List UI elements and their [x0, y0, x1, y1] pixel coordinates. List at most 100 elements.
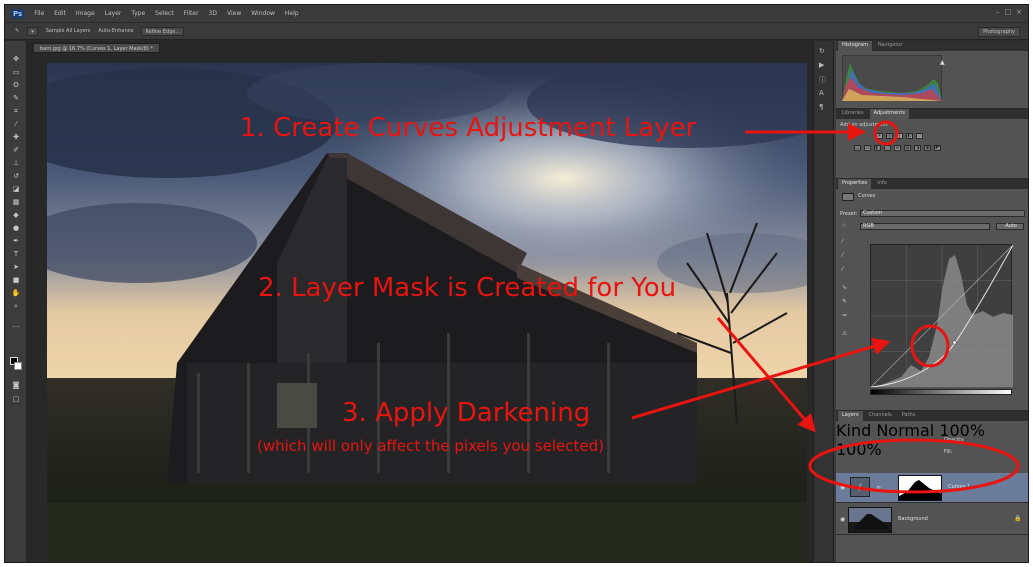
color-balance-icon[interactable]: ⚖ — [864, 145, 871, 151]
lasso-tool-icon[interactable]: ʘ — [10, 81, 22, 90]
auto-button[interactable]: Auto — [996, 223, 1024, 230]
white-point-eyedropper-icon[interactable]: ⁄ — [842, 267, 850, 273]
gray-point-eyedropper-icon[interactable]: ⁄ — [842, 253, 850, 259]
pen-tool-icon[interactable]: ✒ — [10, 237, 22, 246]
character-icon[interactable]: A — [819, 89, 829, 98]
menu-view[interactable]: View — [227, 10, 241, 17]
tab-navigator[interactable]: Navigator — [874, 41, 906, 51]
channel-select[interactable]: RGB — [860, 223, 990, 230]
shape-tool-icon[interactable]: ■ — [10, 276, 22, 285]
layer-name-background[interactable]: Background — [898, 516, 928, 522]
brightness-contrast-icon[interactable]: ☀ — [876, 133, 883, 139]
path-select-icon[interactable]: ➤ — [10, 263, 22, 272]
brush-size-picker[interactable]: ▾ — [27, 26, 38, 36]
type-tool-icon[interactable]: T — [10, 250, 22, 259]
hue-saturation-icon[interactable]: ▤ — [854, 145, 861, 151]
tab-libraries[interactable]: Libraries — [838, 109, 868, 119]
close-icon[interactable]: × — [1016, 8, 1022, 16]
document-tab[interactable]: barn.jpg @ 16.7% (Curves 1, Layer Mask/8… — [33, 43, 160, 53]
menu-edit[interactable]: Edit — [54, 10, 66, 17]
tab-histogram[interactable]: Histogram — [838, 41, 872, 51]
curves-icon[interactable]: ∫ — [896, 133, 903, 139]
crop-tool-icon[interactable]: ⌗ — [10, 107, 22, 116]
auto-enhance-checkbox[interactable]: Auto-Enhance — [98, 28, 133, 34]
eyedropper-tool-icon[interactable]: ⁄ — [10, 120, 22, 129]
zoom-tool-icon[interactable]: ⌕ — [10, 302, 22, 311]
marquee-tool-icon[interactable]: ▭ — [10, 68, 22, 77]
warning-icon[interactable]: ▲ — [940, 59, 945, 66]
curves-graph[interactable] — [870, 244, 1014, 388]
tab-paths[interactable]: Paths — [898, 411, 920, 421]
menu-filter[interactable]: Filter — [184, 10, 199, 17]
gradient-tool-icon[interactable]: ▦ — [10, 198, 22, 207]
vibrance-icon[interactable]: ▽ — [916, 133, 923, 139]
photo-filter-icon[interactable]: ◎ — [884, 145, 891, 151]
workspace-switcher[interactable]: Photography — [978, 27, 1020, 37]
menu-image[interactable]: Image — [76, 10, 95, 17]
posterize-icon[interactable]: ▣ — [924, 145, 931, 151]
refine-edge-button[interactable]: Refine Edge... — [141, 26, 185, 36]
quick-select-tool-icon[interactable]: ✎ — [15, 28, 19, 34]
quick-select-icon[interactable]: ✎ — [10, 94, 22, 103]
maximize-icon[interactable]: □ — [1005, 8, 1012, 16]
channel-mixer-icon[interactable]: ⊕ — [894, 145, 901, 151]
menu-help[interactable]: Help — [285, 10, 299, 17]
brush-tool-icon[interactable]: ✐ — [10, 146, 22, 155]
black-point-eyedropper-icon[interactable]: ⁄ — [842, 239, 850, 245]
clone-stamp-icon[interactable]: ⊥ — [10, 159, 22, 168]
history-brush-icon[interactable]: ↺ — [10, 172, 22, 181]
menu-window[interactable]: Window — [251, 10, 275, 17]
layer-name-curves[interactable]: Curves 1 — [948, 484, 970, 490]
move-tool-icon[interactable]: ✥ — [10, 55, 22, 64]
fill-input[interactable]: 100% — [836, 440, 882, 459]
levels-icon[interactable]: ▥ — [886, 133, 893, 139]
healing-brush-icon[interactable]: ✚ — [10, 133, 22, 142]
point-edit-icon[interactable]: ∿ — [842, 285, 850, 291]
link-icon[interactable]: ∞ — [876, 484, 881, 491]
preset-select[interactable]: Custom — [860, 210, 1025, 217]
screen-mode-icon[interactable]: ▢ — [10, 395, 22, 404]
color-lookup-icon[interactable]: ▦ — [904, 145, 911, 151]
edit-toolbar-icon[interactable]: … — [10, 321, 22, 330]
background-color-swatch[interactable] — [14, 362, 22, 370]
tab-properties[interactable]: Properties — [838, 179, 872, 189]
hand-tool-icon[interactable]: ✋ — [10, 289, 22, 298]
histogram-graph — [842, 55, 942, 101]
filter-kind-select[interactable]: Kind — [836, 421, 871, 440]
info-icon[interactable]: ⓘ — [819, 75, 829, 84]
blend-mode-select[interactable]: Normal — [876, 421, 934, 440]
menu-select[interactable]: Select — [155, 10, 174, 17]
smooth-curve-icon[interactable]: ≈ — [842, 313, 850, 319]
curves-svg — [870, 244, 1014, 388]
blur-tool-icon[interactable]: ◆ — [10, 211, 22, 220]
tab-info[interactable]: Info — [873, 179, 890, 189]
menu-file[interactable]: File — [34, 10, 44, 17]
exposure-icon[interactable]: ◐ — [906, 133, 913, 139]
actions-icon[interactable]: ▶ — [819, 61, 829, 70]
invert-icon[interactable]: ◑ — [914, 145, 921, 151]
quick-mask-icon[interactable]: ◙ — [10, 381, 22, 390]
menu-type[interactable]: Type — [131, 10, 145, 17]
layer-row-background[interactable]: ◉ Background 🔒 — [836, 505, 1028, 535]
color-swatches[interactable] — [10, 357, 22, 371]
eraser-tool-icon[interactable]: ◪ — [10, 185, 22, 194]
tab-layers[interactable]: Layers — [838, 411, 863, 421]
menu-layer[interactable]: Layer — [105, 10, 122, 17]
tab-channels[interactable]: Channels — [865, 411, 896, 421]
tab-adjustments[interactable]: Adjustments — [869, 109, 909, 119]
visibility-eye-icon[interactable]: ◉ — [840, 484, 845, 491]
layer-mask-thumbnail[interactable] — [898, 475, 942, 501]
minimize-icon[interactable]: – — [996, 8, 1000, 16]
pencil-curve-icon[interactable]: ✎ — [842, 299, 850, 305]
visibility-eye-icon[interactable]: ◉ — [840, 516, 845, 523]
clipping-warning-icon[interactable]: ⚠ — [842, 331, 850, 337]
black-white-icon[interactable]: ◧ — [874, 145, 881, 151]
history-icon[interactable]: ↻ — [819, 47, 829, 56]
layer-row-curves[interactable]: ◉ ∫ ∞ Curves 1 — [836, 473, 1028, 503]
menu-3d[interactable]: 3D — [209, 10, 217, 17]
dodge-tool-icon[interactable]: ● — [10, 224, 22, 233]
paragraph-icon[interactable]: ¶ — [819, 103, 829, 112]
threshold-icon[interactable]: ◩ — [934, 145, 941, 151]
sample-all-layers-checkbox[interactable]: Sample All Layers — [46, 28, 91, 34]
on-image-adjust-icon[interactable]: ☝ — [842, 223, 850, 229]
